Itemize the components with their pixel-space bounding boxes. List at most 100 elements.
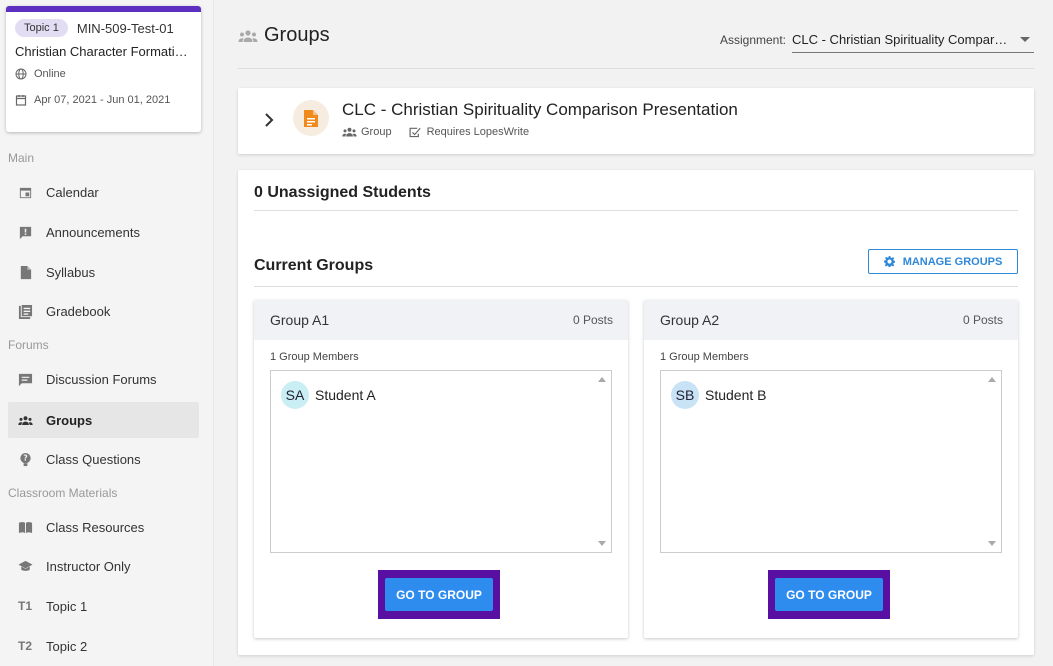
assignment-dropdown[interactable]: CLC - Christian Spirituality Compari…	[792, 32, 1034, 53]
group-name: Group A1	[270, 312, 330, 328]
topic-badge: Topic 1	[15, 19, 68, 37]
gradebook-icon	[18, 304, 32, 319]
sidebar-item-discussion-forums[interactable]: Discussion Forums	[8, 361, 199, 397]
scroll-down-icon[interactable]	[598, 541, 606, 546]
go-to-group-button[interactable]: GO TO GROUP	[775, 578, 883, 611]
course-accent-bar	[6, 6, 201, 12]
chevron-down-icon	[1020, 37, 1030, 42]
page-header: Groups Assignment: CLC - Christian Spiri…	[238, 0, 1034, 69]
list-item: SB Student B	[671, 381, 767, 409]
group-members-count: 1 Group Members	[660, 351, 749, 363]
course-dates: Apr 07, 2021 - Jun 01, 2021	[34, 94, 171, 106]
member-name: Student A	[315, 387, 376, 403]
groups-panel: 0 Unassigned Students Current Groups MAN…	[238, 170, 1034, 655]
group-name: Group A2	[660, 312, 720, 328]
groups-icon	[238, 29, 258, 42]
group-header: Group A1 0 Posts	[254, 300, 628, 340]
scrollbar[interactable]	[985, 371, 1001, 552]
assignment-dropdown-value: CLC - Christian Spirituality Compari…	[792, 32, 1010, 47]
question-icon: ?	[19, 452, 31, 466]
assignment-meta: Group Requires LopesWrite	[342, 126, 529, 138]
go-to-group-highlight: GO TO GROUP	[378, 570, 500, 619]
course-name: Christian Character Formati…	[15, 44, 188, 59]
sidebar-item-topic-1[interactable]: T1 Topic 1	[8, 588, 199, 624]
sidebar-item-syllabus[interactable]: Syllabus	[8, 254, 199, 290]
manage-groups-label: MANAGE GROUPS	[902, 255, 1003, 268]
go-to-group-button[interactable]: GO TO GROUP	[385, 578, 493, 611]
course-topic-row: Topic 1 MIN-509-Test-01	[15, 19, 201, 37]
assignment-title: CLC - Christian Spirituality Comparison …	[342, 100, 738, 119]
assignment-type: Group	[361, 126, 392, 138]
sidebar-item-label: Class Resources	[46, 519, 145, 535]
sidebar-item-class-resources[interactable]: Class Resources	[8, 509, 199, 545]
course-code: MIN-509-Test-01	[76, 20, 174, 36]
divider	[254, 286, 1018, 287]
list-item: SA Student A	[281, 381, 376, 409]
group-header: Group A2 0 Posts	[644, 300, 1018, 340]
member-list[interactable]: SA Student A	[270, 370, 612, 553]
sidebar-item-calendar[interactable]: Calendar	[8, 174, 199, 210]
chevron-right-icon[interactable]	[264, 112, 274, 128]
gear-icon	[883, 256, 895, 267]
sidebar-item-instructor-only[interactable]: Instructor Only	[8, 548, 199, 584]
group-card-a1: Group A1 0 Posts 1 Group Members SA Stud…	[254, 300, 628, 638]
section-label-forums: Forums	[8, 338, 49, 352]
page-title: Groups	[264, 24, 330, 46]
course-card[interactable]: Topic 1 MIN-509-Test-01 Christian Charac…	[6, 6, 201, 132]
course-modality: Online	[34, 68, 66, 80]
sidebar: Topic 1 MIN-509-Test-01 Christian Charac…	[0, 0, 214, 666]
sidebar-item-label: Groups	[46, 412, 93, 428]
sidebar-item-label: Instructor Only	[46, 558, 131, 574]
sidebar-item-label: Topic 2	[46, 638, 88, 654]
scroll-up-icon[interactable]	[598, 377, 606, 382]
sidebar-item-label: Class Questions	[46, 451, 141, 467]
sidebar-item-gradebook[interactable]: Gradebook	[8, 293, 199, 329]
page-title-wrap: Groups	[238, 24, 330, 47]
globe-icon	[15, 68, 27, 80]
member-name: Student B	[705, 387, 767, 403]
course-dates-row: Apr 07, 2021 - Jun 01, 2021	[15, 94, 201, 106]
group-type-icon	[342, 127, 357, 137]
group-posts-count: 0 Posts	[962, 313, 1003, 327]
sidebar-item-label: Syllabus	[46, 264, 96, 280]
divider	[254, 210, 1018, 211]
sidebar-item-topic-2[interactable]: T2 Topic 2	[8, 628, 199, 664]
scroll-up-icon[interactable]	[988, 377, 996, 382]
unassigned-students-heading: 0 Unassigned Students	[254, 184, 431, 201]
announcement-icon	[19, 226, 31, 239]
sidebar-item-groups[interactable]: Groups	[8, 402, 199, 438]
sidebar-item-class-questions[interactable]: ? Class Questions	[8, 441, 199, 477]
calendar-icon	[19, 187, 31, 198]
assignment-label: Assignment:	[719, 33, 786, 47]
section-label-classroom-materials: Classroom Materials	[8, 486, 118, 500]
sidebar-item-announcements[interactable]: Announcements	[8, 214, 199, 250]
avatar: SB	[671, 381, 699, 409]
assignment-card: CLC - Christian Spirituality Comparison …	[238, 88, 1034, 154]
avatar: SA	[281, 381, 309, 409]
calendar-small-icon	[15, 95, 27, 106]
topic-2-icon: T2	[17, 639, 32, 653]
sidebar-item-label: Discussion Forums	[46, 371, 157, 387]
assignment-icon-circle	[293, 100, 329, 136]
current-groups-heading: Current Groups	[254, 257, 374, 274]
graduation-cap-icon	[17, 560, 33, 571]
go-to-group-highlight: GO TO GROUP	[768, 570, 890, 619]
manage-groups-button[interactable]: MANAGE GROUPS	[868, 249, 1018, 274]
group-posts-count: 0 Posts	[572, 313, 613, 327]
sidebar-item-label: Announcements	[46, 224, 140, 240]
forum-icon	[18, 373, 32, 386]
groups-icon	[17, 415, 33, 425]
group-members-count: 1 Group Members	[270, 351, 359, 363]
document-icon	[20, 265, 31, 279]
course-modality-row: Online	[15, 68, 201, 80]
scroll-down-icon[interactable]	[988, 541, 996, 546]
assignment-document-icon	[304, 109, 318, 127]
svg-text:?: ?	[23, 453, 27, 462]
group-card-a2: Group A2 0 Posts 1 Group Members SB Stud…	[644, 300, 1018, 638]
scrollbar[interactable]	[595, 371, 611, 552]
member-list[interactable]: SB Student B	[660, 370, 1002, 553]
lopeswrite-icon	[409, 127, 421, 138]
book-icon	[18, 521, 32, 533]
assignment-selector: Assignment: CLC - Christian Spirituality…	[720, 32, 1034, 53]
assignment-requirement: Requires LopesWrite	[426, 126, 530, 138]
